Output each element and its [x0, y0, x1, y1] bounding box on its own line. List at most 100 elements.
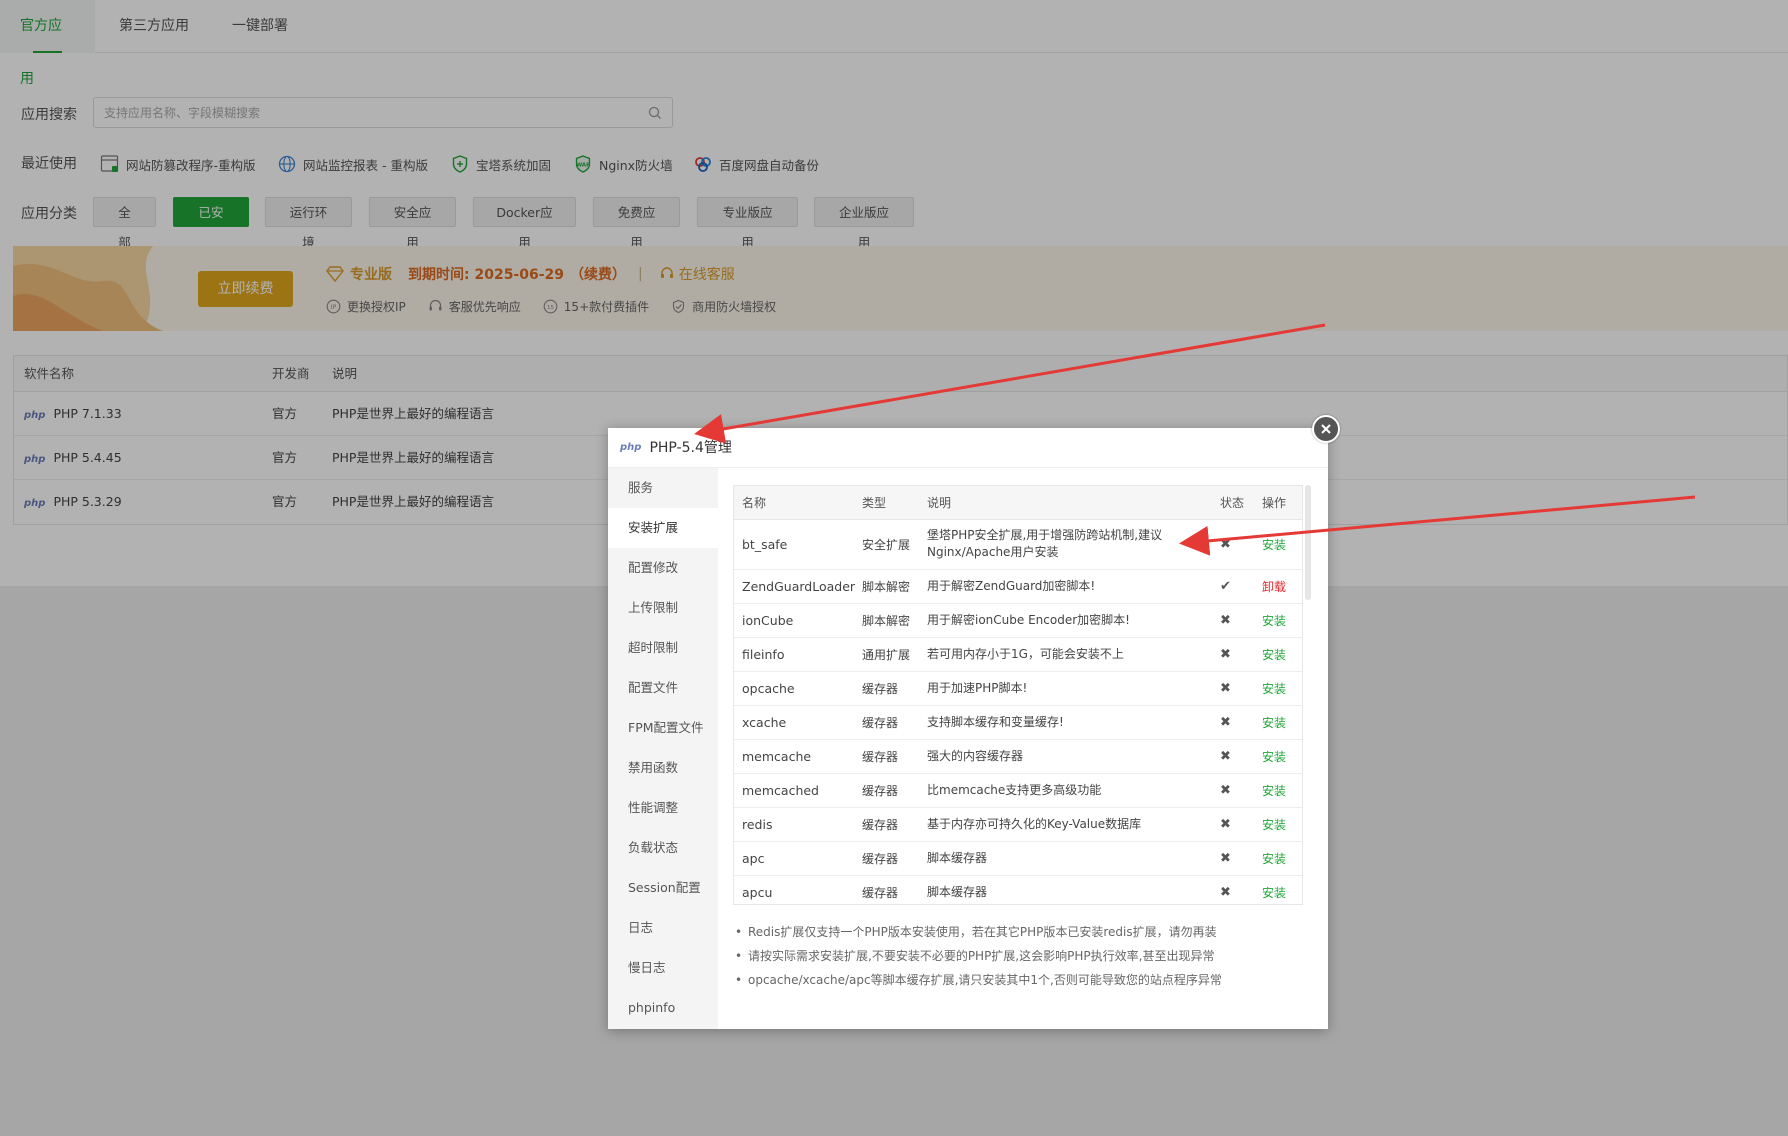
extension-row: opcache 缓存器 用于加速PHP脚本! ✖ 安装 — [734, 672, 1302, 706]
install-button[interactable]: 安装 — [1262, 706, 1286, 740]
extension-row: xcache 缓存器 支持脚本缓存和变量缓存! ✖ 安装 — [734, 706, 1302, 740]
extension-type: 安全扩展 — [862, 538, 911, 552]
extension-type: 缓存器 — [862, 852, 899, 866]
not-installed-x-icon: ✖ — [1220, 681, 1231, 696]
extension-type: 缓存器 — [862, 784, 899, 798]
extension-desc: 强大的内容缓存器 — [927, 749, 1024, 763]
dialog-close-button[interactable] — [1312, 415, 1340, 443]
extension-desc: 用于解密ZendGuard加密脚本! — [927, 579, 1096, 593]
extension-desc: 堡塔PHP安全扩展,用于增强防跨站机制,建议Nginx/Apache用户安装 — [927, 528, 1163, 559]
installed-check-icon: ✔ — [1220, 579, 1231, 594]
tip-item: Redis扩展仅支持一个PHP版本安装使用，若在其它PHP版本已安装redis扩… — [733, 920, 1313, 944]
extension-type: 通用扩展 — [862, 648, 911, 662]
tip-item: 请按实际需求安装扩展,不要安装不必要的PHP扩展,这会影响PHP执行效率,甚至出… — [733, 944, 1313, 968]
extension-desc: 脚本缓存器 — [927, 851, 988, 865]
nav-phpinfo[interactable]: phpinfo — [608, 988, 718, 1028]
php-manage-dialog: php PHP-5.4管理 服务 安装扩展 配置修改 上传限制 超时限制 配置文… — [608, 428, 1328, 1029]
close-icon — [1321, 424, 1331, 434]
not-installed-x-icon: ✖ — [1220, 851, 1231, 866]
extensions-table: 名称 类型 说明 状态 操作 bt_safe 安全扩展 堡塔PHP安全扩展,用于增强… — [733, 485, 1303, 905]
nav-service[interactable]: 服务 — [608, 468, 718, 508]
install-button[interactable]: 安装 — [1262, 808, 1286, 842]
install-button[interactable]: 安装 — [1262, 638, 1286, 672]
extension-row: memcached 缓存器 比memcache支持更多高级功能 ✖ 安装 — [734, 774, 1302, 808]
extension-name: ionCube — [742, 613, 794, 628]
extension-desc: 脚本缓存器 — [927, 885, 988, 899]
extension-name: bt_safe — [742, 537, 788, 552]
not-installed-x-icon: ✖ — [1220, 715, 1231, 730]
extension-desc: 用于解密ionCube Encoder加密脚本! — [927, 613, 1130, 627]
not-installed-x-icon: ✖ — [1220, 749, 1231, 764]
extension-type: 缓存器 — [862, 750, 899, 764]
install-button[interactable]: 安装 — [1262, 774, 1286, 808]
nav-session-config[interactable]: Session配置 — [608, 868, 718, 908]
col-ext-name-header: 名称 — [742, 496, 767, 510]
extension-tips: Redis扩展仅支持一个PHP版本安装使用，若在其它PHP版本已安装redis扩… — [733, 920, 1313, 992]
extension-row: fileinfo 通用扩展 若可用内存小于1G，可能会安装不上 ✖ 安装 — [734, 638, 1302, 672]
php-logo-icon: php — [620, 441, 642, 453]
extension-name: opcache — [742, 681, 795, 696]
nav-fpm-config[interactable]: FPM配置文件 — [608, 708, 718, 748]
extension-name: memcached — [742, 783, 819, 798]
col-ext-action-header: 操作 — [1262, 496, 1287, 510]
extensions-header: 名称 类型 说明 状态 操作 — [734, 486, 1302, 520]
not-installed-x-icon: ✖ — [1220, 817, 1231, 832]
nav-log[interactable]: 日志 — [608, 908, 718, 948]
extension-name: apc — [742, 851, 765, 866]
extension-type: 缓存器 — [862, 818, 899, 832]
extension-name: fileinfo — [742, 647, 785, 662]
dialog-title-bar: php PHP-5.4管理 — [608, 428, 1328, 468]
extension-name: xcache — [742, 715, 787, 730]
install-button[interactable]: 安装 — [1262, 672, 1286, 706]
extensions-scrollbar[interactable] — [1305, 485, 1311, 600]
extension-row: memcache 缓存器 强大的内容缓存器 ✖ 安装 — [734, 740, 1302, 774]
dialog-title: PHP-5.4管理 — [649, 439, 732, 456]
extension-type: 缓存器 — [862, 716, 899, 730]
nav-config-edit[interactable]: 配置修改 — [608, 548, 718, 588]
nav-upload-limit[interactable]: 上传限制 — [608, 588, 718, 628]
extension-row: ZendGuardLoader 脚本解密 用于解密ZendGuard加密脚本! ✔ 卸载 — [734, 570, 1302, 604]
col-ext-type-header: 类型 — [862, 496, 887, 510]
tip-item: opcache/xcache/apc等脚本缓存扩展,请只安装其中1个,否则可能导… — [733, 968, 1313, 992]
nav-config-file[interactable]: 配置文件 — [608, 668, 718, 708]
not-installed-x-icon: ✖ — [1220, 613, 1231, 628]
extension-type: 缓存器 — [862, 886, 899, 900]
extensions-body: bt_safe 安全扩展 堡塔PHP安全扩展,用于增强防跨站机制,建议Nginx/A… — [734, 520, 1302, 904]
nav-timeout-limit[interactable]: 超时限制 — [608, 628, 718, 668]
extension-name: redis — [742, 817, 773, 832]
extension-desc: 支持脚本缓存和变量缓存! — [927, 715, 1064, 729]
extension-type: 缓存器 — [862, 682, 899, 696]
extension-row: apcu 缓存器 脚本缓存器 ✖ 安装 — [734, 876, 1302, 904]
extension-name: memcache — [742, 749, 812, 764]
nav-slow-log[interactable]: 慢日志 — [608, 948, 718, 988]
extension-row: apc 缓存器 脚本缓存器 ✖ 安装 — [734, 842, 1302, 876]
extension-type: 脚本解密 — [862, 614, 911, 628]
not-installed-x-icon: ✖ — [1220, 783, 1231, 798]
nav-install-extensions[interactable]: 安装扩展 — [608, 508, 718, 548]
not-installed-x-icon: ✖ — [1220, 647, 1231, 662]
dialog-sidebar: 服务 安装扩展 配置修改 上传限制 超时限制 配置文件 FPM配置文件 禁用函数… — [608, 468, 718, 1029]
extension-row: bt_safe 安全扩展 堡塔PHP安全扩展,用于增强防跨站机制,建议Nginx/A… — [734, 520, 1302, 570]
install-button[interactable]: 安装 — [1262, 876, 1286, 904]
not-installed-x-icon: ✖ — [1220, 537, 1231, 552]
extension-row: ionCube 脚本解密 用于解密ionCube Encoder加密脚本! ✖ 安装 — [734, 604, 1302, 638]
install-button[interactable]: 安装 — [1262, 520, 1286, 570]
nav-performance[interactable]: 性能调整 — [608, 788, 718, 828]
col-ext-desc-header: 说明 — [927, 496, 952, 510]
extension-desc: 用于加速PHP脚本! — [927, 681, 1028, 695]
extension-desc: 基于内存亦可持久化的Key-Value数据库 — [927, 817, 1142, 831]
install-button[interactable]: 安装 — [1262, 604, 1286, 638]
col-ext-status-header: 状态 — [1220, 496, 1245, 510]
uninstall-button[interactable]: 卸载 — [1262, 570, 1286, 604]
extension-desc: 比memcache支持更多高级功能 — [927, 783, 1102, 797]
extension-name: apcu — [742, 885, 773, 900]
extension-name: ZendGuardLoader — [742, 579, 856, 594]
nav-load-status[interactable]: 负载状态 — [608, 828, 718, 868]
install-button[interactable]: 安装 — [1262, 740, 1286, 774]
not-installed-x-icon: ✖ — [1220, 885, 1231, 900]
extension-row: redis 缓存器 基于内存亦可持久化的Key-Value数据库 ✖ 安装 — [734, 808, 1302, 842]
nav-disabled-functions[interactable]: 禁用函数 — [608, 748, 718, 788]
install-button[interactable]: 安装 — [1262, 842, 1286, 876]
extension-type: 脚本解密 — [862, 580, 911, 594]
extension-desc: 若可用内存小于1G，可能会安装不上 — [927, 647, 1124, 661]
